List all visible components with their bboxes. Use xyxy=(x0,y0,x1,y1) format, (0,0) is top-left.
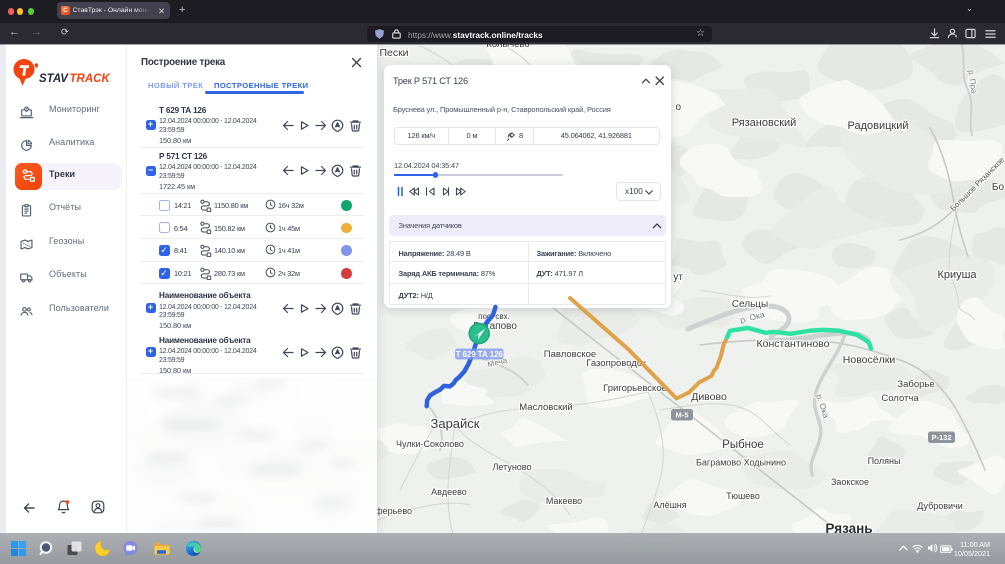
svg-text:Т 629 ТА 126: Т 629 ТА 126 xyxy=(456,350,504,359)
svg-text:TRACK: TRACK xyxy=(70,73,111,85)
svg-text:STAV: STAV xyxy=(39,73,69,85)
